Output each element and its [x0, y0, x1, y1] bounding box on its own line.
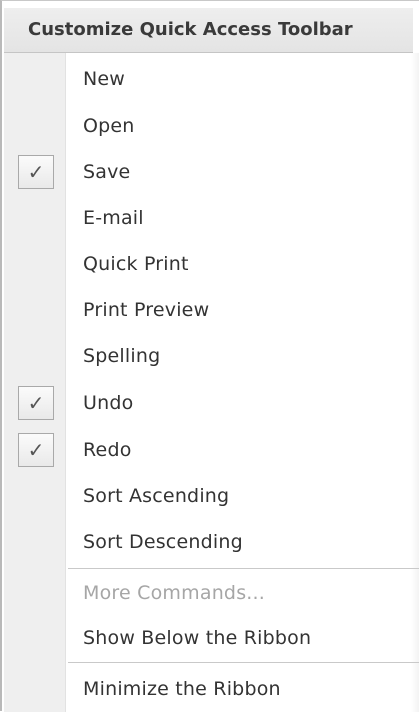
menu-item-more-commands[interactable]: More Commands... — [4, 573, 419, 613]
menu-item-open[interactable]: Open — [4, 106, 419, 146]
menu-item-sort-descending[interactable]: Sort Descending — [4, 522, 419, 562]
menu-item-label: Undo — [83, 392, 134, 414]
checkmark-icon: ✓ — [18, 433, 54, 467]
menu-item-label: Sort Descending — [83, 531, 243, 553]
menu-item-spelling[interactable]: Spelling — [4, 336, 419, 376]
menu-separator — [68, 568, 419, 569]
menu-item-label: More Commands... — [83, 582, 266, 604]
menu-item-label: E-mail — [83, 207, 144, 229]
menu-item-label: Redo — [83, 439, 132, 461]
menu-item-print-preview[interactable]: Print Preview — [4, 290, 419, 330]
menu-header: Customize Quick Access Toolbar — [4, 8, 413, 53]
menu-title: Customize Quick Access Toolbar — [28, 19, 353, 40]
menu-item-show-below-ribbon[interactable]: Show Below the Ribbon — [4, 618, 419, 658]
menu-item-label: Open — [83, 115, 135, 137]
menu-item-redo[interactable]: ✓ Redo — [4, 430, 419, 470]
menu-item-quick-print[interactable]: Quick Print — [4, 244, 419, 284]
menu-separator — [68, 662, 419, 663]
menu-item-save[interactable]: ✓ Save — [4, 152, 419, 192]
menu-item-label: Minimize the Ribbon — [83, 678, 281, 700]
menu-item-label: Quick Print — [83, 253, 189, 275]
checkmark-icon: ✓ — [18, 155, 54, 189]
menu-item-minimize-ribbon[interactable]: Minimize the Ribbon — [4, 669, 419, 709]
menu-item-label: Print Preview — [83, 299, 210, 321]
menu-item-label: Save — [83, 161, 131, 183]
menu-item-label: Spelling — [83, 345, 161, 367]
menu-item-label: New — [83, 68, 126, 90]
menu-item-sort-ascending[interactable]: Sort Ascending — [4, 476, 419, 516]
menu-item-undo[interactable]: ✓ Undo — [4, 383, 419, 423]
menu-item-new[interactable]: New — [4, 59, 419, 99]
menu-item-label: Sort Ascending — [83, 485, 230, 507]
customize-quick-access-toolbar-menu: Customize Quick Access Toolbar New Open … — [0, 0, 419, 712]
checkmark-icon: ✓ — [18, 386, 54, 420]
menu-item-email[interactable]: E-mail — [4, 198, 419, 238]
menu-item-label: Show Below the Ribbon — [83, 627, 312, 649]
